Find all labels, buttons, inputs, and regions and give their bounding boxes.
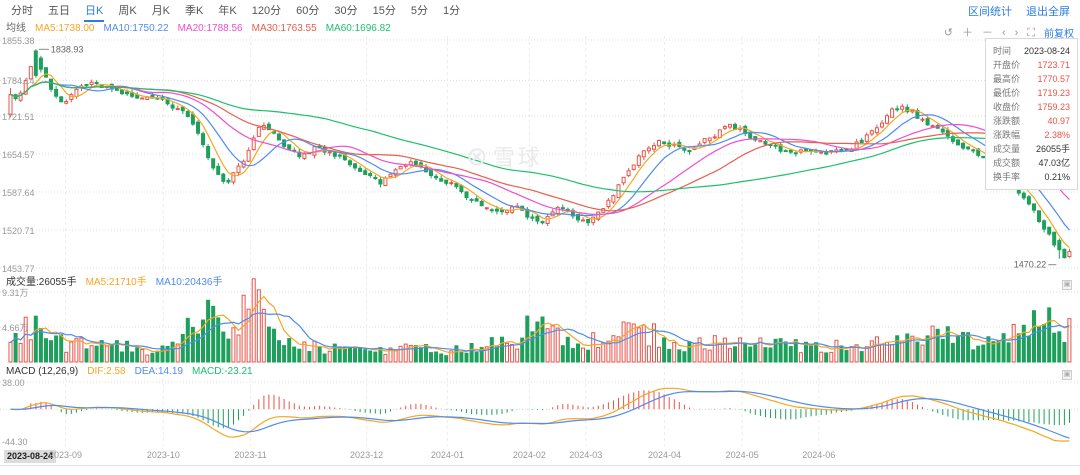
x-axis-label: 2023-11 [234,450,266,461]
legend-item: DEA:14.19 [135,366,183,378]
legend-item: MA10:1750.22 [104,23,169,35]
tooltip-row: 收盘价1759.23 [993,100,1070,114]
legend-item: DIF:2.58 [87,366,125,378]
legend-item: MA60:1696.82 [326,23,391,35]
chart-area: 1838.93 1470.22 均线 MA5:1738.00 MA10:1750.2… [0,22,1080,466]
pan-right-icon[interactable]: › [1015,27,1019,39]
tab-5分[interactable]: 5分 [410,1,429,22]
exit-fullscreen-link[interactable]: 退出全屏 [1026,3,1070,19]
legend-item: MA5:1738.00 [35,23,95,35]
tab-年K[interactable]: 年K [217,1,237,22]
tooltip-row: 最高价1770.57 [993,72,1070,86]
legend-item: MA20:1788.56 [178,23,243,35]
tab-1分[interactable]: 1分 [442,1,461,22]
macd-pane-settings-icon[interactable]: ▣ [1062,370,1072,380]
data-tooltip: 时间2023-08-24开盘价1723.71最高价1770.57最低价1719.… [985,38,1078,190]
legend-item: MA5:21710手 [86,277,147,289]
macd-legend-main: MACD (12,26,9) [6,366,78,378]
macd-legend: MACD (12,26,9) DIF:2.58 DEA:14.19 MACD:-23… [6,366,253,378]
volume-legend: 成交量:26055手 MA5:21710手 MA10:20436手 [6,277,222,289]
tooltip-row: 成交量26055手 [993,142,1070,156]
tab-季K[interactable]: 季K [184,1,204,22]
x-axis-label: 2023-09 [49,450,82,461]
tooltip-row: 成交额47.03亿 [993,156,1070,170]
timeframe-tabs: 分时五日日K 周K 月K 季K 年K 120分 60分 30分 15分 5分 1分 [10,1,461,22]
tooltip-row: 涨跌幅2.38% [993,128,1070,142]
volume-pane-settings-icon[interactable]: ▣ [1062,280,1072,290]
x-axis-label: 2023-10 [147,450,180,461]
ma-legend: 均线 MA5:1738.00 MA10:1750.22 MA20:1788.56 MA… [6,23,391,35]
x-axis-label: 2024-01 [431,450,464,461]
tooltip-row: 换手率0.21% [993,170,1070,184]
tab-周K[interactable]: 周K [117,1,137,22]
candlestick-canvas[interactable]: 1838.93 1470.22 [0,22,1080,466]
legend-item: MACD:-23.21 [192,366,253,378]
tab-15分[interactable]: 15分 [372,1,397,22]
tab-120分[interactable]: 120分 [251,1,282,22]
tab-60分[interactable]: 60分 [295,1,320,22]
zoom-in-icon[interactable]: ＋ [962,27,973,39]
x-axis-label: 2023-12 [350,450,383,461]
x-axis-label: 2024-04 [648,450,681,461]
x-axis-label: 2024-03 [569,450,602,461]
legend-item: MA30:1763.55 [252,23,317,35]
toolbar-links: 区间统计 退出全屏 [968,3,1070,19]
undo-icon[interactable]: ↺ [944,27,953,39]
tab-五日[interactable]: 五日 [47,1,71,22]
tab-30分[interactable]: 30分 [333,1,358,22]
svg-text:1838.93: 1838.93 [51,44,84,54]
timeframe-toolbar: 分时五日日K 周K 月K 季K 年K 120分 60分 30分 15分 5分 1分 区间统计 退出全… [0,0,1080,22]
tab-月K[interactable]: 月K [151,1,171,22]
x-axis-label: 2024-06 [802,450,835,461]
tab-日K[interactable]: 日K [84,1,104,22]
x-axis-label: 2024-02 [513,450,546,461]
tooltip-row: 时间2023-08-24 [993,44,1070,58]
volume-legend-main: 成交量:26055手 [6,277,77,289]
fullscreen-icon[interactable]: ⛶ [1027,27,1035,39]
legend-item: MA10:20436手 [156,277,223,289]
tooltip-row: 最低价1719.23 [993,86,1070,100]
ma-legend-prefix: 均线 [6,23,26,35]
tooltip-row: 涨跌额40.97 [993,114,1070,128]
x-axis-label: 2024-05 [726,450,759,461]
tooltip-row: 开盘价1723.71 [993,58,1070,72]
tab-分时[interactable]: 分时 [10,1,34,22]
pan-left-icon[interactable]: ‹ [1002,27,1006,39]
svg-text:1470.22: 1470.22 [1014,260,1047,270]
zoom-out-icon[interactable]: － [982,27,993,39]
range-stats-link[interactable]: 区间统计 [968,3,1012,19]
